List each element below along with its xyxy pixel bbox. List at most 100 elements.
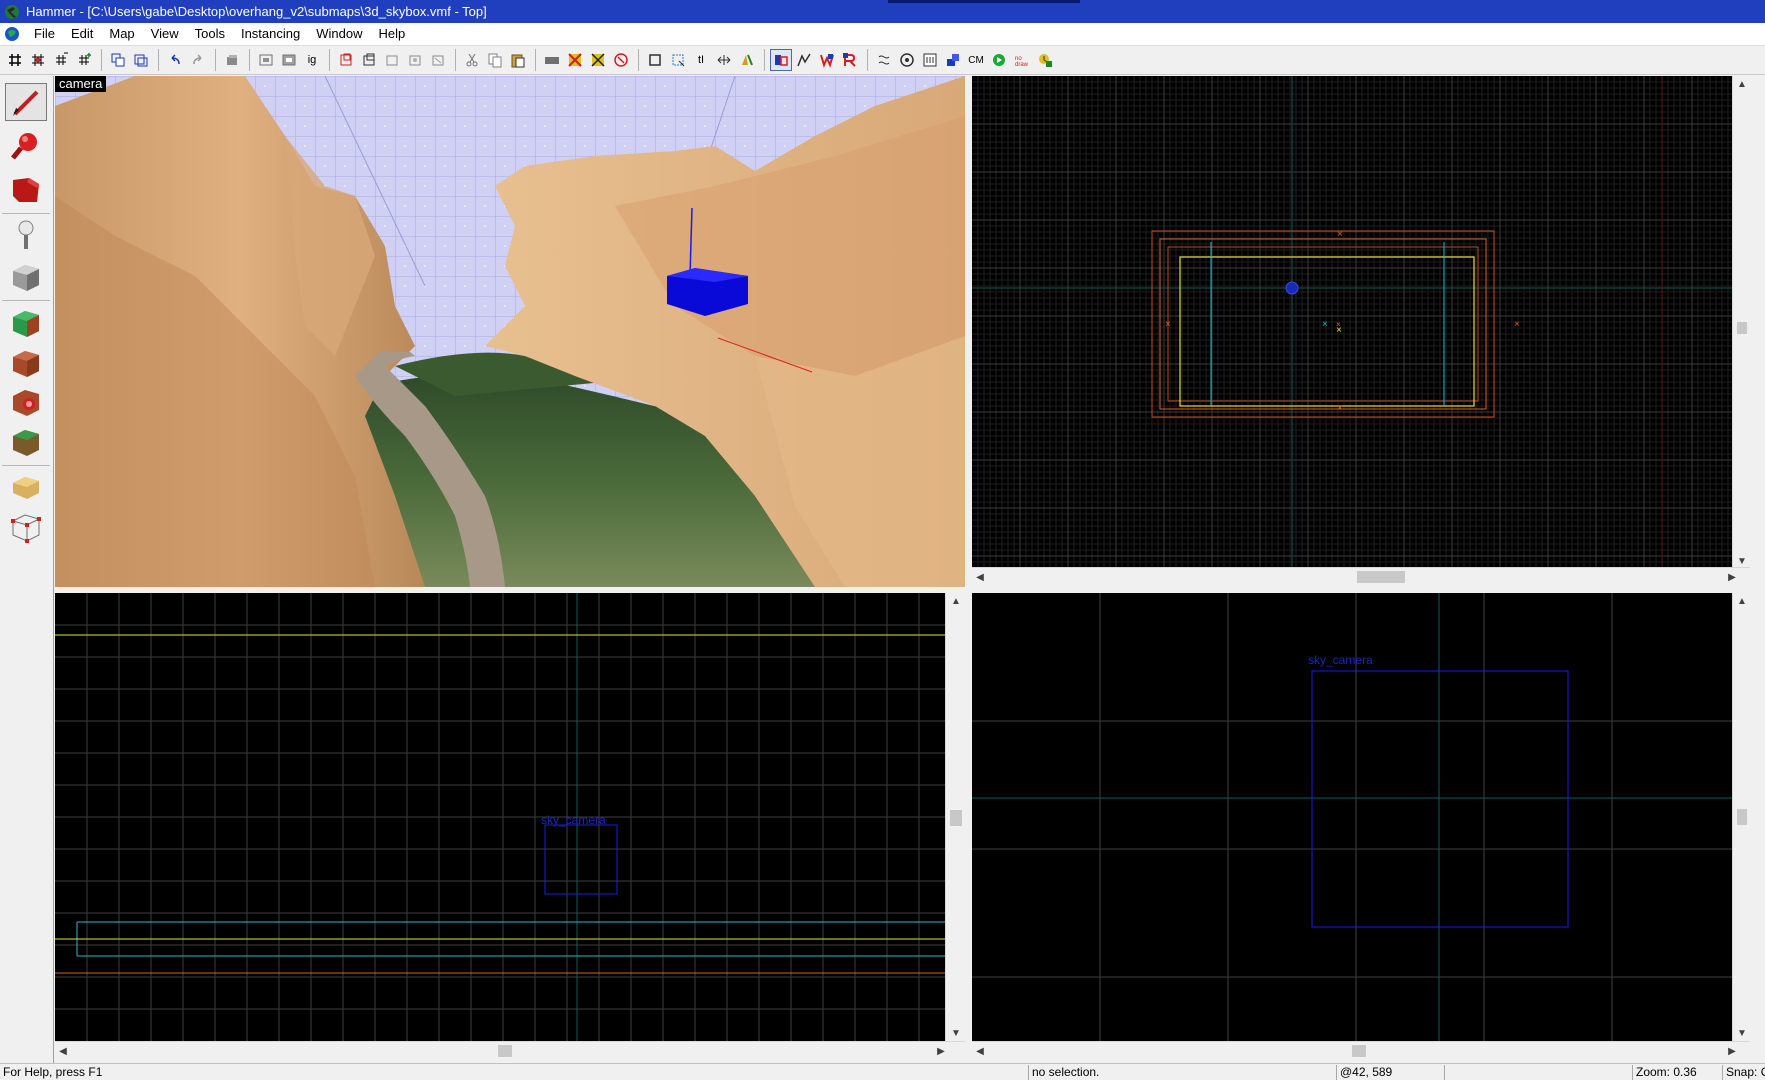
front-vscroll-thumb[interactable] <box>1737 809 1747 825</box>
tools-separator <box>2 465 50 466</box>
front-hscroll-thumb[interactable] <box>1352 1045 1366 1057</box>
texture-application-icon[interactable]: tI <box>690 49 712 71</box>
wireframe-icon[interactable] <box>541 49 563 71</box>
carve-icon[interactable] <box>107 49 129 71</box>
texture-scale-lock-icon[interactable] <box>587 49 609 71</box>
scroll-down-icon[interactable]: ▼ <box>948 1025 964 1041</box>
menu-view[interactable]: View <box>143 23 187 45</box>
window-title: Hammer - [C:\Users\gabe\Desktop\overhang… <box>26 4 487 19</box>
apply-texture-tool-icon[interactable] <box>5 344 47 382</box>
copy-icon[interactable] <box>484 49 506 71</box>
ignore-grouping-icon[interactable]: ig <box>301 49 323 71</box>
menu-map[interactable]: Map <box>101 23 142 45</box>
scroll-up-icon[interactable]: ▲ <box>948 593 964 609</box>
document-icon[interactable] <box>4 26 20 42</box>
scroll-right-icon[interactable]: ▶ <box>1724 1043 1740 1059</box>
select-alt-icon[interactable] <box>358 49 380 71</box>
cubemap-icon[interactable]: CM <box>965 49 987 71</box>
decal-icon[interactable] <box>610 49 632 71</box>
toolbar-separator <box>329 49 330 71</box>
camera-viewport[interactable]: camera <box>55 76 965 587</box>
menu-bar: File Edit Map View Tools Instancing Wind… <box>0 23 1765 45</box>
side-vertical-scrollbar-track[interactable]: ▲ ▼ <box>945 593 965 1041</box>
menu-help[interactable]: Help <box>370 23 413 45</box>
toggle-helpers-icon[interactable] <box>816 49 838 71</box>
magnify-tool-icon[interactable] <box>5 127 47 165</box>
group-icon[interactable] <box>221 49 243 71</box>
scroll-up-icon[interactable]: ▲ <box>1734 76 1750 92</box>
camera-tool-icon[interactable] <box>5 171 47 209</box>
scroll-left-icon[interactable]: ◀ <box>972 1043 988 1059</box>
scroll-down-icon[interactable]: ▼ <box>1734 1025 1750 1041</box>
scroll-up-icon[interactable]: ▲ <box>1734 593 1750 609</box>
flip-vertical-icon[interactable] <box>736 49 758 71</box>
grid-3d-icon[interactable] <box>27 49 49 71</box>
side-hscroll-thumb[interactable] <box>498 1045 512 1057</box>
flip-horizontal-icon[interactable] <box>713 49 735 71</box>
vertex-icon[interactable] <box>667 49 689 71</box>
nodraw-icon[interactable]: no draw <box>1011 49 1033 71</box>
block-tool-icon[interactable] <box>5 258 47 296</box>
menu-window[interactable]: Window <box>308 23 370 45</box>
paste-icon[interactable] <box>507 49 529 71</box>
select-red-icon[interactable] <box>335 49 357 71</box>
entity-report-icon[interactable] <box>896 49 918 71</box>
hide-selected-icon[interactable] <box>255 49 277 71</box>
undo-icon[interactable] <box>164 49 186 71</box>
cordon-icon[interactable] <box>873 49 895 71</box>
vertex-tool-icon[interactable] <box>5 508 47 546</box>
entity-tool-icon[interactable] <box>5 216 47 254</box>
redo-icon[interactable] <box>187 49 209 71</box>
side-horizontal-scrollbar[interactable]: ◀ ▶ <box>55 1041 965 1059</box>
scroll-left-icon[interactable]: ◀ <box>972 569 988 585</box>
grid-larger-icon[interactable] <box>73 49 95 71</box>
toggle-solid-icon[interactable] <box>404 49 426 71</box>
auto-visgroup-icon[interactable] <box>770 49 792 71</box>
texture-lock-icon[interactable] <box>564 49 586 71</box>
toolbar-separator <box>455 49 456 71</box>
select-by-handle-icon[interactable] <box>793 49 815 71</box>
hide-unselected-icon[interactable] <box>278 49 300 71</box>
top-horizontal-scrollbar[interactable]: ◀ ▶ <box>972 567 1750 585</box>
svg-text:×: × <box>1514 319 1520 330</box>
side-vscroll-thumb[interactable] <box>950 810 962 826</box>
toolbar-separator <box>867 49 868 71</box>
scroll-right-icon[interactable]: ▶ <box>1724 569 1740 585</box>
svg-text:×: × <box>1165 319 1171 330</box>
texture-application-tool-icon[interactable] <box>5 304 47 342</box>
grid-toggle-icon[interactable] <box>4 49 26 71</box>
title-bar: Hammer - [C:\Users\gabe\Desktop\overhang… <box>0 0 1765 23</box>
check-problems-icon[interactable] <box>942 49 964 71</box>
side-viewport[interactable]: sky_camera <box>55 593 945 1041</box>
tools-separator <box>2 213 50 214</box>
grid-smaller-icon[interactable] <box>50 49 72 71</box>
overlay-tool-icon[interactable] <box>5 423 47 461</box>
menu-instancing[interactable]: Instancing <box>233 23 308 45</box>
toggle-models-icon[interactable] <box>839 49 861 71</box>
map-properties-icon[interactable] <box>919 49 941 71</box>
clip-icon[interactable] <box>644 49 666 71</box>
cut-icon[interactable] <box>461 49 483 71</box>
svg-text:×: × <box>1337 229 1343 240</box>
clipping-tool-icon[interactable] <box>5 468 47 506</box>
front-viewport[interactable]: sky_camera ▲ ▼ <box>972 593 1750 1041</box>
hollow-icon[interactable] <box>130 49 152 71</box>
top-viewport[interactable]: × × × × × × × ▲ ▼ <box>972 76 1750 569</box>
menu-file[interactable]: File <box>26 23 63 45</box>
menu-edit[interactable]: Edit <box>63 23 101 45</box>
scroll-right-icon[interactable]: ▶ <box>933 1043 949 1059</box>
front-vertical-scrollbar[interactable]: ▲ ▼ <box>1732 593 1750 1041</box>
decal-tool-icon[interactable] <box>5 383 47 421</box>
selection-tool-icon[interactable] <box>5 83 47 121</box>
top-hscroll-thumb[interactable] <box>1357 571 1405 583</box>
toggle-entity-icon[interactable] <box>427 49 449 71</box>
compile-icon[interactable] <box>1034 49 1056 71</box>
scroll-left-icon[interactable]: ◀ <box>55 1043 71 1059</box>
run-map-icon[interactable] <box>988 49 1010 71</box>
svg-text:×: × <box>1337 403 1343 414</box>
toggle-face-icon[interactable] <box>381 49 403 71</box>
front-horizontal-scrollbar[interactable]: ◀ ▶ <box>972 1041 1750 1059</box>
top-vscroll-thumb[interactable] <box>1737 322 1747 334</box>
menu-tools[interactable]: Tools <box>187 23 233 45</box>
top-vertical-scrollbar[interactable]: ▲ ▼ <box>1732 76 1750 569</box>
